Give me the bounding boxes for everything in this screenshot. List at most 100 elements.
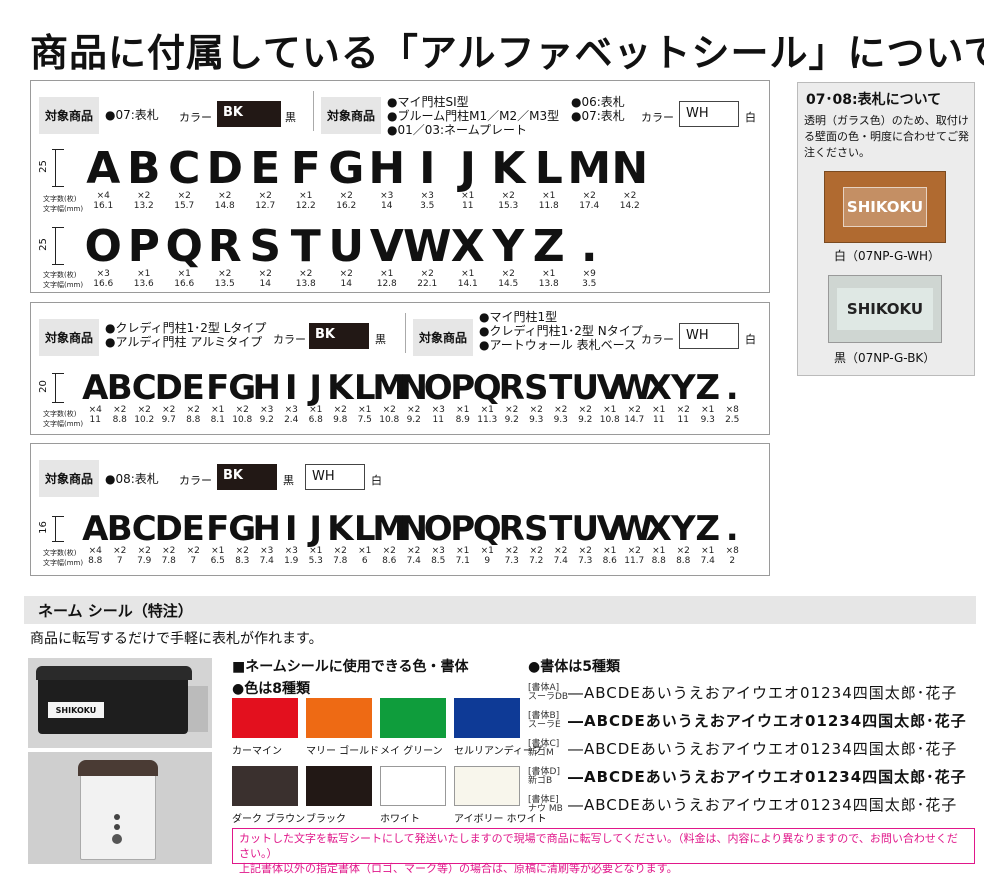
letter-cell: Y ×2 11 — [671, 371, 696, 425]
letter-glyph: C — [168, 143, 201, 194]
letter-width: 6.8 — [308, 415, 323, 425]
letter-width: 11 — [432, 415, 444, 425]
letter-cell: S ×2 7.2 — [524, 512, 549, 566]
target-tag: 対象商品 — [39, 97, 100, 134]
font-sample-row: [書体E] ナウ MB ―ABCDEあいうえおアイウエオ01234四国太郎･花子 — [528, 794, 957, 815]
font-sample-row: [書体A] スーラDB ―ABCDEあいうえおアイウエオ01234四国太郎･花子 — [528, 682, 957, 703]
notice-box: カットした文字を転写シートにして発送いたしますので現場で商品に転写してください。… — [232, 828, 975, 875]
letter-width: 14 — [259, 279, 271, 289]
letter-cell: O ×3 8.5 — [423, 509, 453, 566]
letter-cell: F ×1 6.5 — [206, 512, 231, 566]
letter-count: ×3 — [284, 546, 298, 556]
letter-count: ×1 — [461, 269, 475, 279]
letter-count: ×3 — [420, 191, 434, 201]
letter-count: ×1 — [309, 546, 323, 556]
plate-text: SHIKOKU — [837, 288, 933, 330]
letter-width: 12.7 — [255, 201, 276, 211]
letter-glyph: I — [284, 368, 298, 408]
letter-width: 15.3 — [498, 201, 519, 211]
color-swatch-label: カーマイン — [232, 746, 282, 757]
letter-width: 16.6 — [93, 279, 114, 289]
color-swatch-label: ダーク ブラウン — [232, 814, 306, 825]
letter-count: ×2 — [218, 191, 232, 201]
letter-count: ×1 — [701, 405, 715, 415]
letter-cell: H ×3 7.4 — [252, 509, 281, 566]
letter-glyph: H — [252, 368, 281, 408]
seal-panel-16mm: 対象商品 ●08:表札 カラー BK 黒 WH 白 16 文字数(枚) 文字幅(… — [30, 443, 770, 576]
letter-count: ×2 — [333, 546, 347, 556]
letter-width: 5.3 — [308, 556, 323, 566]
letter-cell: D ×2 7.8 — [155, 512, 183, 566]
letter-count: ×2 — [554, 405, 568, 415]
letter-count: ×1 — [211, 546, 225, 556]
color-swatch-label: メイ グリーン — [380, 746, 443, 757]
letter-glyph: R — [498, 509, 525, 549]
letter-width: 14.8 — [214, 201, 235, 211]
letter-count: ×1 — [358, 546, 372, 556]
letter-glyph: X — [645, 368, 672, 408]
letter-cell: F ×1 12.2 — [286, 147, 327, 212]
letter-width: 22.1 — [417, 279, 438, 289]
letter-width: 16.6 — [174, 279, 195, 289]
letter-cell: B ×2 8.8 — [107, 371, 133, 425]
letter-glyph: M — [567, 143, 612, 194]
target-tag: 対象商品 — [39, 460, 100, 497]
letter-count: ×2 — [554, 546, 568, 556]
letter-glyph: C — [131, 368, 157, 408]
letter-width: 2.4 — [284, 415, 299, 425]
letter-glyph: A — [86, 143, 121, 194]
letter-width: 13.6 — [133, 279, 154, 289]
letter-count: ×2 — [627, 546, 641, 556]
color-name-white: 白 — [745, 333, 756, 346]
letter-cell: I ×3 1.9 — [279, 512, 304, 566]
section-heading: ネーム シール（特注） — [24, 596, 976, 624]
letter-glyph: J — [309, 509, 323, 549]
letter-width: 9.8 — [333, 415, 348, 425]
color-swatch — [306, 766, 372, 806]
letter-count: ×2 — [578, 405, 592, 415]
letter-glyph: R — [498, 368, 525, 408]
letter-count: ×4 — [88, 546, 102, 556]
letter-cell: G ×2 8.3 — [228, 512, 256, 566]
letter-count: ×2 — [676, 546, 690, 556]
letter-glyph: D — [154, 368, 183, 408]
color-label: カラー — [179, 111, 212, 124]
color-swatch — [232, 698, 298, 738]
letter-glyph: O — [423, 509, 453, 549]
letter-cell: J ×1 5.3 — [304, 512, 329, 566]
letter-cell: C ×2 15.7 — [164, 143, 205, 212]
color-swatch — [306, 698, 372, 738]
letter-count: ×2 — [186, 405, 200, 415]
letter-count: ×1 — [603, 546, 617, 556]
font-sample-text: ―ABCDEあいうえおアイウエオ01234四国太郎･花子 — [568, 740, 958, 758]
letter-width: 11 — [653, 415, 665, 425]
letter-glyph: Z — [695, 509, 721, 549]
letter-count: ×2 — [137, 191, 151, 201]
letter-width: 9 — [484, 556, 491, 566]
letter-glyph: Y — [670, 368, 696, 408]
color-label: カラー — [641, 333, 674, 346]
product-list: ●クレディ門柱1･2型 Lタイプ ●アルディ門柱 アルミタイプ — [105, 321, 267, 349]
letter-glyph: G — [328, 143, 365, 194]
height-indicator — [52, 516, 64, 542]
letter-count: ×1 — [652, 405, 666, 415]
letter-width: 11.7 — [624, 556, 645, 566]
letter-count: ×2 — [113, 405, 127, 415]
letter-count: ×2 — [333, 405, 347, 415]
letter-count: ×2 — [382, 546, 396, 556]
letter-glyph: J — [459, 143, 476, 194]
letter-width: 15.7 — [174, 201, 195, 211]
fonts-subheading: ●書体は5種類 — [528, 659, 620, 675]
letter-glyph: K — [491, 143, 526, 194]
height-indicator — [52, 227, 64, 265]
letter-cell: I ×3 3.5 — [407, 147, 448, 212]
letter-width: 1.9 — [284, 556, 299, 566]
letter-count: ×2 — [235, 405, 249, 415]
letter-cell: O ×3 16.6 — [83, 225, 124, 290]
letter-cell: O ×3 11 — [424, 371, 453, 425]
letter-width: 13.5 — [214, 279, 235, 289]
letter-cell: V ×1 12.8 — [367, 225, 408, 290]
letter-cell: K ×2 15.3 — [488, 143, 529, 212]
letter-glyph: H — [252, 509, 281, 549]
color-name-white: 白 — [745, 111, 756, 124]
